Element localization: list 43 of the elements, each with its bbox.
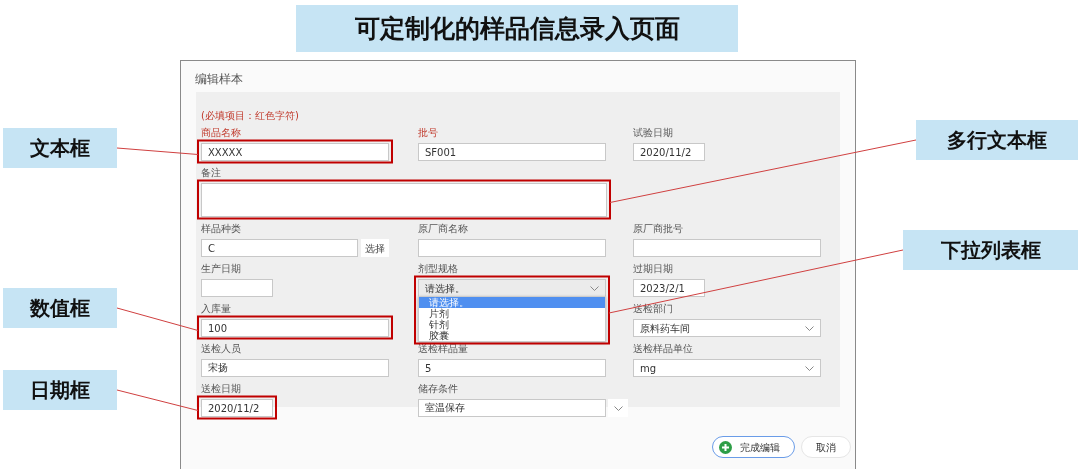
number-field[interactable]: 100 — [201, 319, 389, 337]
callout-label: 下拉列表框 — [903, 230, 1078, 270]
banner-title: 可定制化的样品信息录入页面 — [296, 5, 738, 52]
field-label: 原厂商批号 — [633, 222, 683, 235]
field-label: 入库量 — [201, 302, 231, 315]
field-label: 备注 — [201, 166, 221, 179]
callout-label: 日期框 — [3, 370, 117, 410]
field-label: 送检样品量 — [418, 342, 468, 355]
date-field[interactable]: 2020/11/2 — [201, 399, 273, 417]
finish-button[interactable]: 完成编辑 — [712, 436, 795, 458]
field-label: 送检人员 — [201, 342, 241, 355]
dropdown-field[interactable]: 请选择。 — [418, 279, 606, 297]
field-label: 送检样品单位 — [633, 342, 693, 355]
dropdown-field[interactable]: mg — [633, 359, 821, 377]
callout-label: 多行文本框 — [916, 120, 1078, 160]
number-field[interactable]: 5 — [418, 359, 606, 377]
dropdown-option[interactable]: 针剂 — [419, 319, 605, 330]
field-label: 剂型规格 — [418, 262, 458, 275]
date-field[interactable]: 2020/11/2 — [633, 143, 705, 161]
date-field[interactable]: 2023/2/1 — [633, 279, 705, 297]
dropdown-option[interactable]: 片剂 — [419, 308, 605, 319]
cancel-button[interactable]: 取消 — [801, 436, 851, 458]
input-field[interactable]: SF001 — [418, 143, 606, 161]
window-title: 编辑样本 — [194, 71, 244, 88]
select-button[interactable]: 选择 — [361, 239, 389, 257]
field-label: 商品名称 — [201, 126, 241, 139]
field-label: 试验日期 — [633, 126, 673, 139]
required-note: (必填项目：红色字符) — [201, 109, 299, 123]
field-label: 原厂商名称 — [418, 222, 468, 235]
dropdown-option[interactable]: 胶囊 — [419, 330, 605, 341]
field-label: 送检日期 — [201, 382, 241, 395]
input-field[interactable]: XXXXX — [201, 143, 389, 161]
input-field[interactable]: 室温保存 — [418, 399, 606, 417]
field-label: 样品种类 — [201, 222, 241, 235]
input-field[interactable]: 宋扬 — [201, 359, 389, 377]
input-field[interactable]: C — [201, 239, 358, 257]
field-label: 过期日期 — [633, 262, 673, 275]
callout-label: 文本框 — [3, 128, 117, 168]
field-label: 储存条件 — [418, 382, 458, 395]
field-label: 批号 — [418, 126, 438, 139]
callout-label: 数值框 — [3, 288, 117, 328]
dropdown-field[interactable]: 原料药车间 — [633, 319, 821, 337]
field-label: 生产日期 — [201, 262, 241, 275]
